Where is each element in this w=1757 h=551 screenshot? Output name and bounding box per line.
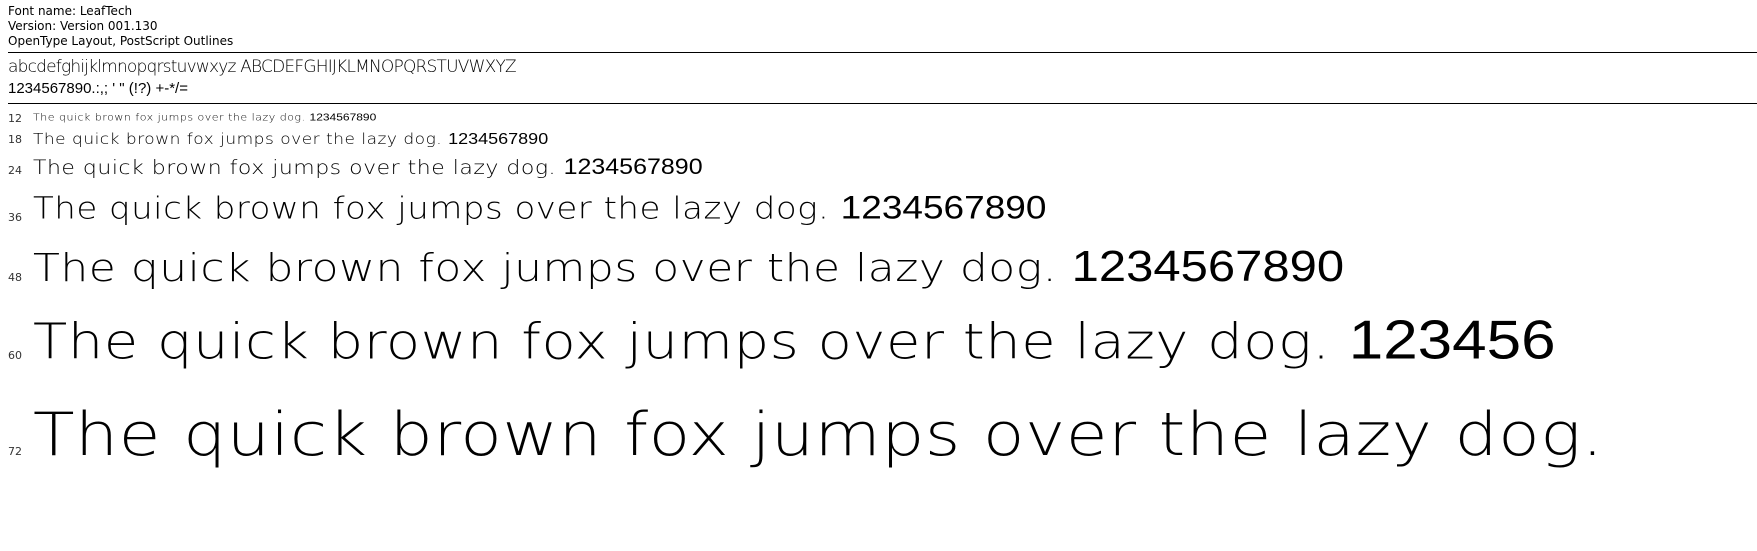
font-name-label: Font name: LeafTech: [8, 4, 133, 18]
font-preview-window: { "font_info": { "name_line": "Font name…: [0, 0, 1757, 551]
sample-pangram: The quick brown fox jumps over the lazy …: [33, 400, 1604, 470]
sample-text: The quick brown fox jumps over the lazy …: [33, 110, 376, 125]
sample-pangram: The quick brown fox jumps over the lazy …: [33, 130, 443, 149]
sample-digits: 1234567890: [448, 129, 549, 148]
sample-row-72: 72 The quick brown fox jumps over the la…: [0, 380, 1757, 478]
font-version-label: Version: Version 001.130: [8, 19, 158, 33]
charset-letters: abcdefghijklmnopqrstuvwxyz ABCDEFGHIJKLM…: [8, 57, 517, 77]
sample-row-60: 60 The quick brown fox jumps over the la…: [0, 298, 1757, 376]
size-label: 48: [8, 271, 22, 284]
sample-row-36: 36 The quick brown fox jumps over the la…: [0, 182, 1757, 228]
sample-digits: 1234567890: [563, 154, 703, 180]
sample-pangram: The quick brown fox jumps over the lazy …: [33, 313, 1331, 371]
sample-text: The quick brown fox jumps over the lazy …: [33, 188, 1046, 229]
sample-text: The quick brown fox jumps over the lazy …: [33, 307, 1556, 376]
charset-divider: [8, 103, 1757, 104]
sample-row-48: 48 The quick brown fox jumps over the la…: [0, 232, 1757, 294]
size-label: 60: [8, 349, 22, 362]
size-label: 12: [8, 112, 22, 125]
sample-pangram: The quick brown fox jumps over the lazy …: [33, 111, 306, 124]
sample-text: The quick brown fox jumps over the lazy …: [33, 153, 703, 183]
size-label: 36: [8, 211, 22, 224]
size-label: 72: [8, 445, 22, 458]
sample-digits: 1234567890: [840, 189, 1047, 226]
size-label: 24: [8, 164, 22, 177]
sample-pangram: The quick brown fox jumps over the lazy …: [33, 245, 1058, 291]
sample-digits: 1234567890: [309, 110, 377, 124]
header-divider: [8, 52, 1757, 53]
sample-text: The quick brown fox jumps over the lazy …: [33, 128, 548, 150]
size-label: 18: [8, 133, 22, 146]
sample-digits: 123456: [1348, 310, 1556, 371]
sample-pangram: The quick brown fox jumps over the lazy …: [33, 191, 830, 227]
charset-digits-symbols: 1234567890.:,; ' " (!?) +-*/=: [8, 80, 188, 97]
sample-text: The quick brown fox jumps over the lazy …: [33, 392, 1604, 477]
sample-row-18: 18 The quick brown fox jumps over the la…: [0, 125, 1757, 149]
sample-text: The quick brown fox jumps over the lazy …: [33, 240, 1344, 296]
sample-pangram: The quick brown fox jumps over the lazy …: [33, 157, 557, 180]
sample-row-24: 24 The quick brown fox jumps over the la…: [0, 149, 1757, 181]
sample-digits: 1234567890: [1071, 243, 1345, 291]
font-format-label: OpenType Layout, PostScript Outlines: [8, 34, 234, 48]
sample-row-12: 12 The quick brown fox jumps over the la…: [0, 108, 1757, 126]
